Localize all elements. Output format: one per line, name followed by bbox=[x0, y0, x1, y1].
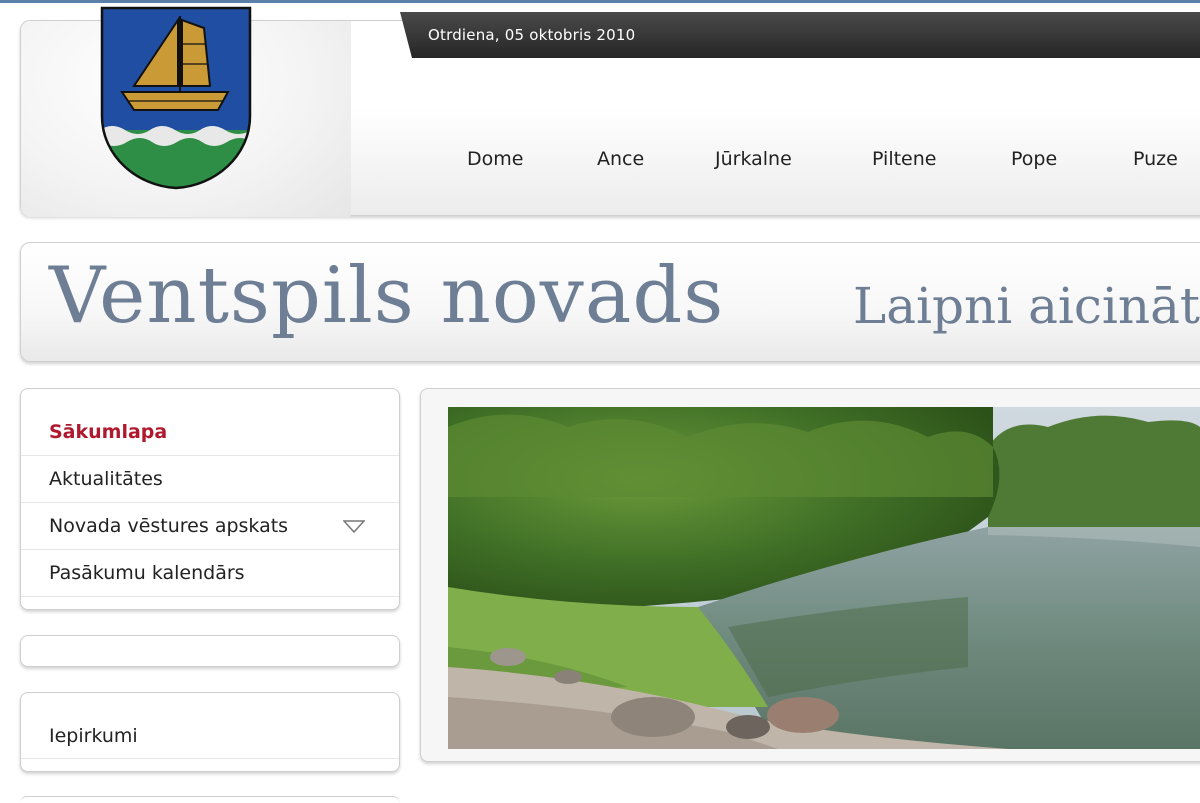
menu-item-events[interactable]: Pasākumu kalendārs bbox=[21, 550, 399, 597]
nav-item-jurkalne[interactable]: Jūrkalne bbox=[715, 148, 792, 170]
menu-item-news[interactable]: Aktualitātes bbox=[21, 456, 399, 503]
menu-item-home[interactable]: Sākumlapa bbox=[21, 409, 399, 456]
menu-item-procurement[interactable]: Iepirkumi bbox=[21, 713, 399, 759]
current-date: Otrdiena, 05 oktobris 2010 bbox=[428, 26, 636, 44]
nav-item-puze[interactable]: Puze bbox=[1133, 148, 1178, 170]
sidebar-procurement-box: Iepirkumi bbox=[20, 692, 400, 772]
menu-item-history[interactable]: Novada vēstures apskats bbox=[21, 503, 399, 550]
river-landscape-photo bbox=[448, 407, 1200, 749]
coat-of-arms-logo[interactable] bbox=[100, 6, 252, 190]
nav-item-ance[interactable]: Ance bbox=[597, 148, 644, 170]
welcome-text: Laipni aicināti bbox=[853, 277, 1200, 335]
sidebar-empty-box bbox=[20, 635, 400, 667]
chevron-down-icon[interactable] bbox=[343, 520, 365, 534]
nav-item-pope[interactable]: Pope bbox=[1011, 148, 1057, 170]
title-banner: Ventspils novads Laipni aicināti bbox=[20, 242, 1200, 362]
sidebar-box-partial bbox=[20, 796, 400, 803]
top-accent-line bbox=[0, 0, 1200, 3]
site-title: Ventspils novads bbox=[49, 251, 725, 341]
nav-item-dome[interactable]: Dome bbox=[467, 148, 523, 170]
nav-item-piltene[interactable]: Piltene bbox=[872, 148, 936, 170]
sidebar-menu: Sākumlapa Aktualitātes Novada vēstures a… bbox=[20, 388, 400, 610]
menu-item-history-label: Novada vēstures apskats bbox=[49, 515, 289, 537]
